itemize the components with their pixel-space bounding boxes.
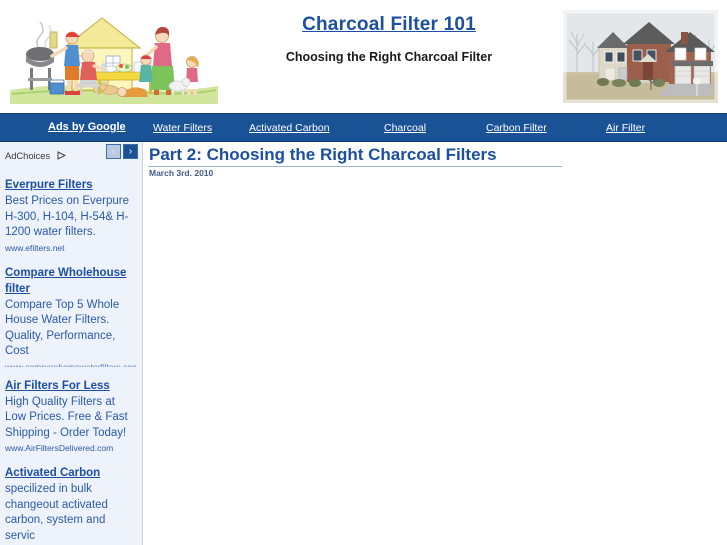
- ad-carousel-controls: ‹ ›: [106, 144, 138, 159]
- nav-link-charcoal[interactable]: Charcoal: [384, 122, 426, 134]
- ads-nav-bar: Ads by Google Water Filters Activated Ca…: [0, 113, 727, 142]
- main-content: Part 2: Choosing the Right Charcoal Filt…: [144, 142, 727, 545]
- ad-item: Air Filters For Less High Quality Filter…: [0, 378, 142, 455]
- ad-description: Best Prices on Everpure H-300, H-104, H-…: [5, 195, 130, 238]
- nav-link-water-filters[interactable]: Water Filters: [153, 122, 212, 134]
- ad-description: Compare Top 5 Whole House Water Filters.…: [5, 298, 120, 358]
- nav-link-ads-by-google[interactable]: Ads by Google: [48, 121, 126, 133]
- article-date: March 3rd. 2010: [149, 168, 214, 178]
- site-title-block: Charcoal Filter 101 Choosing the Right C…: [224, 14, 554, 64]
- adchoices-label[interactable]: AdChoices: [5, 151, 50, 162]
- ad-url[interactable]: www.comparehomewaterfilters.com: [5, 361, 136, 367]
- page-title: Part 2: Choosing the Right Charcoal Filt…: [149, 145, 497, 164]
- ad-description: High Quality Filters at Low Prices. Free…: [5, 395, 128, 439]
- site-title-link[interactable]: Charcoal Filter 101: [302, 14, 476, 36]
- ad-title-link[interactable]: Compare Wholehouse filter: [5, 265, 136, 297]
- ad-url[interactable]: www.AirFiltersDelivered.com: [5, 442, 136, 454]
- site-tagline: Choosing the Right Charcoal Filter: [285, 50, 493, 64]
- adchoices-triangle-icon[interactable]: [57, 147, 66, 165]
- ad-item: Activated Carbon specilized in bulk chan…: [0, 465, 142, 544]
- ad-title-link[interactable]: Everpure Filters: [5, 177, 136, 193]
- ad-item: Compare Wholehouse filter Compare Top 5 …: [0, 265, 142, 367]
- ad-url[interactable]: www.efilters.net: [5, 242, 136, 254]
- nav-link-carbon-filter[interactable]: Carbon Filter: [486, 122, 547, 134]
- nav-link-activated-carbon[interactable]: Activated Carbon: [249, 122, 330, 134]
- title-divider: [148, 166, 562, 167]
- suburban-house-photo: [563, 10, 718, 103]
- ad-description: specilized in bulk changeout activated c…: [5, 483, 108, 542]
- ad-sidebar: AdChoices ‹ › Everpure Filters Best Pric…: [0, 142, 143, 545]
- page-header: Charcoal Filter 101 Choosing the Right C…: [0, 0, 727, 113]
- ad-item: Everpure Filters Best Prices on Everpure…: [0, 177, 142, 254]
- ad-prev-button[interactable]: ‹: [106, 144, 121, 159]
- ad-title-link[interactable]: Activated Carbon: [5, 465, 136, 481]
- adchoices-row: AdChoices ‹ ›: [0, 142, 142, 166]
- ad-next-button[interactable]: ›: [123, 144, 138, 159]
- ad-title-link[interactable]: Air Filters For Less: [5, 378, 136, 394]
- family-barbecue-illustration: [6, 4, 222, 110]
- nav-link-air-filter[interactable]: Air Filter: [606, 122, 645, 134]
